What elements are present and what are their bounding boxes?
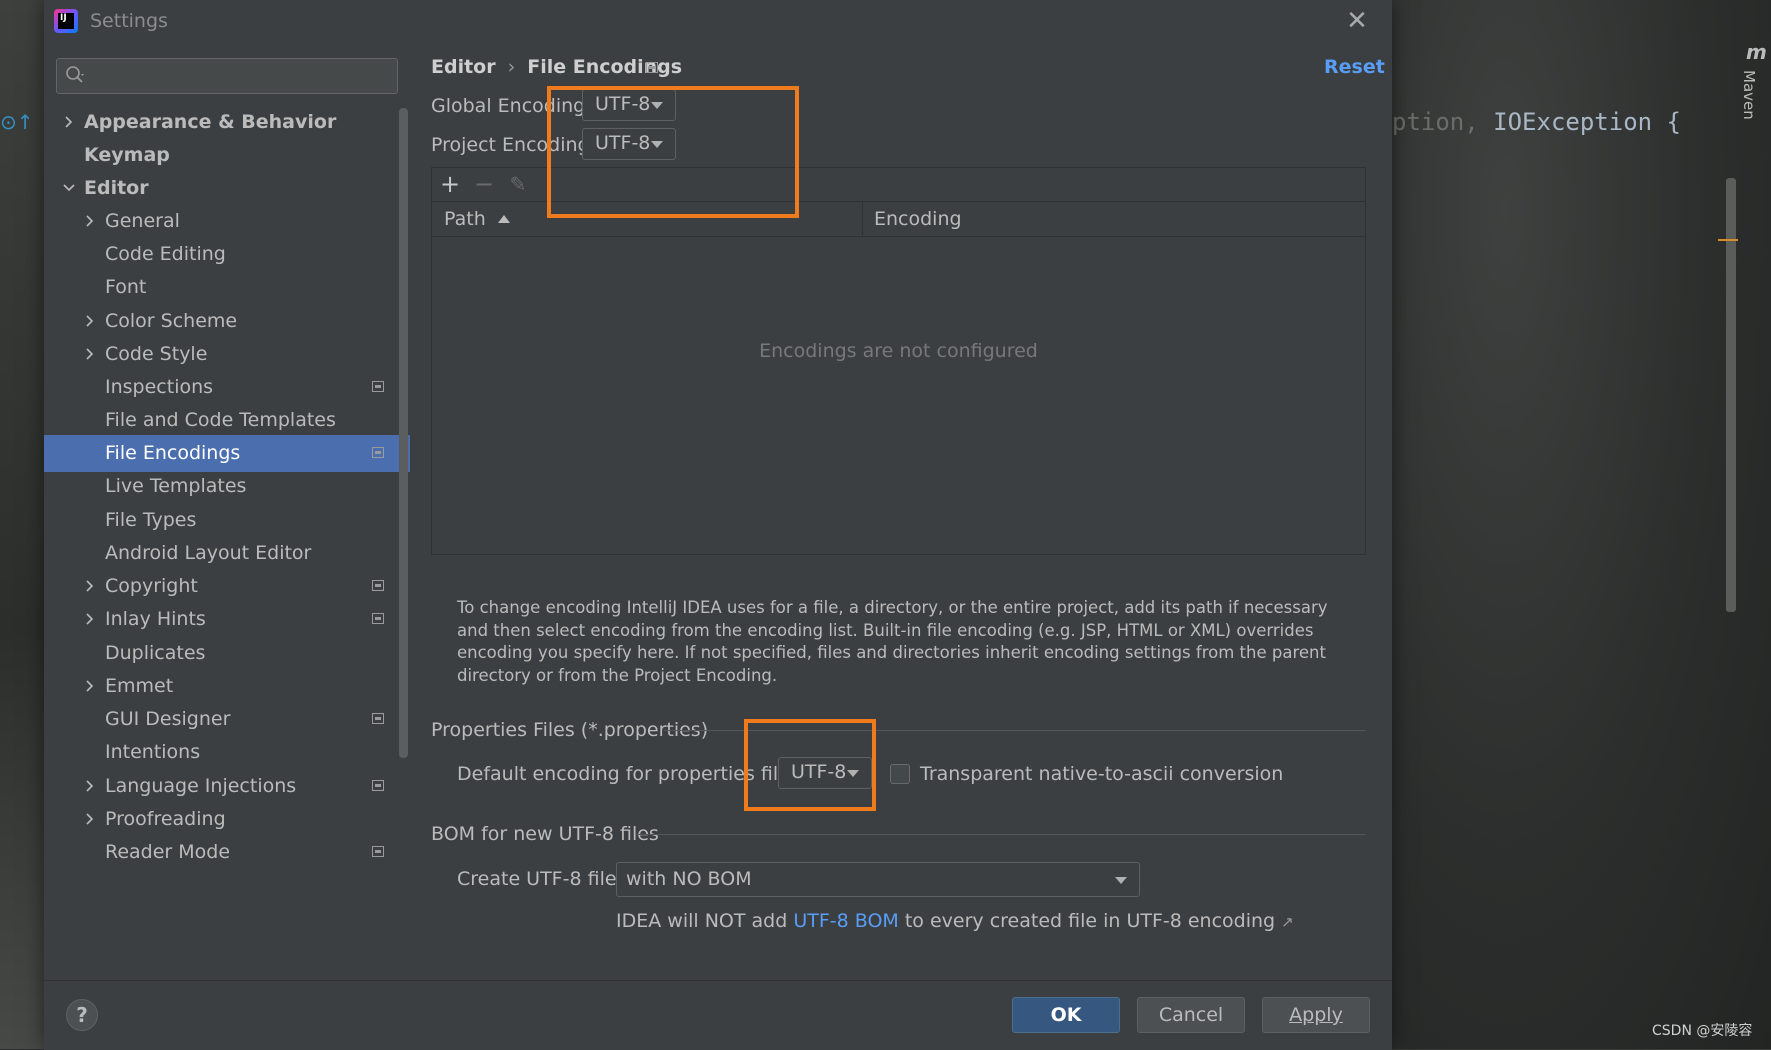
chevron-right-icon [86, 348, 94, 360]
chevron-right-icon [65, 116, 73, 128]
chevron-right-icon [86, 215, 94, 227]
tree-item-file-encodings[interactable]: File Encodings [44, 435, 410, 472]
transparent-ascii-label[interactable]: Transparent native-to-ascii conversion [920, 763, 1283, 785]
dialog-footer: ? OK Cancel Apply [44, 980, 1392, 1050]
maven-icon: m [1746, 40, 1767, 64]
column-header-encoding[interactable]: Encoding [874, 208, 962, 230]
watermark: CSDN @安陵容 [1652, 1023, 1753, 1039]
tree-item-language-injections[interactable]: Language Injections [44, 768, 410, 805]
encodings-table: Path Encoding Encodings are not configur… [431, 201, 1366, 555]
reset-link[interactable]: Reset [1324, 56, 1385, 78]
tree-item-code-style[interactable]: Code Style [44, 336, 410, 373]
project-scope-icon [372, 846, 384, 857]
tree-item-intentions[interactable]: Intentions [44, 734, 410, 771]
bom-section-title: BOM for new UTF-8 files [431, 823, 659, 845]
tree-item-android-layout-editor[interactable]: Android Layout Editor [44, 535, 410, 572]
settings-sidebar: Appearance & Behavior Keymap Editor Gene… [44, 42, 410, 980]
chevron-right-icon [86, 680, 94, 692]
project-scope-icon [372, 780, 384, 791]
title-bar: IJ Settings ✕ [44, 0, 1392, 42]
project-scope-icon [372, 381, 384, 392]
ok-button[interactable]: OK [1012, 997, 1120, 1033]
settings-dialog: IJ Settings ✕ Appearance & Behavior Keym… [44, 0, 1392, 1050]
chevron-right-icon [86, 315, 94, 327]
dialog-title: Settings [90, 10, 168, 32]
breadcrumb-separator: › [507, 56, 516, 78]
column-divider[interactable] [862, 202, 863, 236]
search-icon [66, 66, 84, 83]
project-scope-icon [372, 613, 384, 624]
add-icon[interactable]: + [439, 172, 461, 196]
background-scroll-marker [1718, 239, 1738, 241]
project-scope-icon [646, 62, 658, 73]
breadcrumb: Editor › File Encodings [431, 56, 682, 78]
tree-item-inspections[interactable]: Inspections [44, 369, 410, 406]
chevron-right-icon [86, 613, 94, 625]
chevron-right-icon [86, 813, 94, 825]
tree-item-gui-designer[interactable]: GUI Designer [44, 701, 410, 738]
tree-item-proofreading[interactable]: Proofreading [44, 801, 410, 838]
project-scope-icon [372, 580, 384, 591]
utf8-bom-link[interactable]: UTF-8 BOM [793, 910, 898, 932]
create-utf8-label: Create UTF-8 files: [457, 868, 633, 890]
tree-item-reader-mode[interactable]: Reader Mode [44, 834, 410, 871]
project-scope-icon [372, 447, 384, 458]
tree-item-duplicates[interactable]: Duplicates [44, 635, 410, 672]
tree-item-copyright[interactable]: Copyright [44, 568, 410, 605]
tree-item-general[interactable]: General [44, 203, 410, 240]
chevron-right-icon [86, 780, 94, 792]
project-scope-icon [372, 713, 384, 724]
chevron-right-icon [86, 580, 94, 592]
settings-content: Editor › File Encodings Reset Global Encod… [410, 42, 1392, 980]
background-scrollbar[interactable] [1726, 178, 1736, 612]
cancel-button[interactable]: Cancel [1137, 997, 1245, 1033]
bom-note: IDEA will NOT add UTF-8 BOM to every cre… [616, 910, 1294, 932]
tree-item-inlay-hints[interactable]: Inlay Hints [44, 601, 410, 638]
remove-icon[interactable]: − [473, 172, 495, 196]
external-link-icon: ↗ [1281, 913, 1294, 931]
bom-select[interactable]: with NO BOM [616, 862, 1140, 897]
background-editor-left [0, 0, 44, 1049]
tree-item-font[interactable]: Font [44, 269, 410, 306]
breadcrumb-current: File Encodings [527, 56, 683, 78]
section-divider [636, 834, 1366, 835]
column-header-path[interactable]: Path [444, 208, 486, 230]
tree-item-editor[interactable]: Editor [44, 170, 410, 207]
annotation-highlight-encodings [547, 86, 799, 218]
tree-item-emmet[interactable]: Emmet [44, 668, 410, 705]
background-gutter-icons: ⊙↑ [0, 110, 34, 134]
tree-item-color-scheme[interactable]: Color Scheme [44, 303, 410, 340]
tree-item-keymap[interactable]: Keymap [44, 137, 410, 174]
transparent-ascii-checkbox[interactable] [890, 764, 910, 784]
tree-item-live-templates[interactable]: Live Templates [44, 468, 410, 505]
background-editor-right [1392, 0, 1771, 1049]
help-button[interactable]: ? [66, 999, 98, 1031]
chevron-down-icon [63, 184, 75, 192]
tree-item-appearance-behavior[interactable]: Appearance & Behavior [44, 104, 410, 141]
table-empty-text: Encodings are not configured [759, 340, 1038, 362]
background-code-line: ption, IOException { [1392, 108, 1681, 136]
intellij-app-icon: IJ [54, 9, 78, 33]
sort-ascending-icon [498, 215, 510, 223]
tree-item-file-code-templates[interactable]: File and Code Templates [44, 402, 410, 439]
breadcrumb-parent[interactable]: Editor [431, 56, 496, 78]
sidebar-scrollbar[interactable] [399, 108, 408, 758]
tree-item-file-types[interactable]: File Types [44, 502, 410, 539]
apply-button[interactable]: Apply [1262, 997, 1370, 1033]
search-input[interactable] [56, 58, 398, 94]
edit-icon[interactable]: ✎ [507, 173, 529, 195]
close-icon[interactable]: ✕ [1344, 8, 1370, 34]
help-description: To change encoding IntelliJ IDEA uses fo… [457, 598, 1328, 685]
dropdown-arrow-icon [1115, 877, 1127, 884]
annotation-highlight-properties [744, 719, 876, 811]
maven-tool-window-tab[interactable]: m Maven [1740, 40, 1770, 140]
tree-item-code-editing[interactable]: Code Editing [44, 236, 410, 273]
